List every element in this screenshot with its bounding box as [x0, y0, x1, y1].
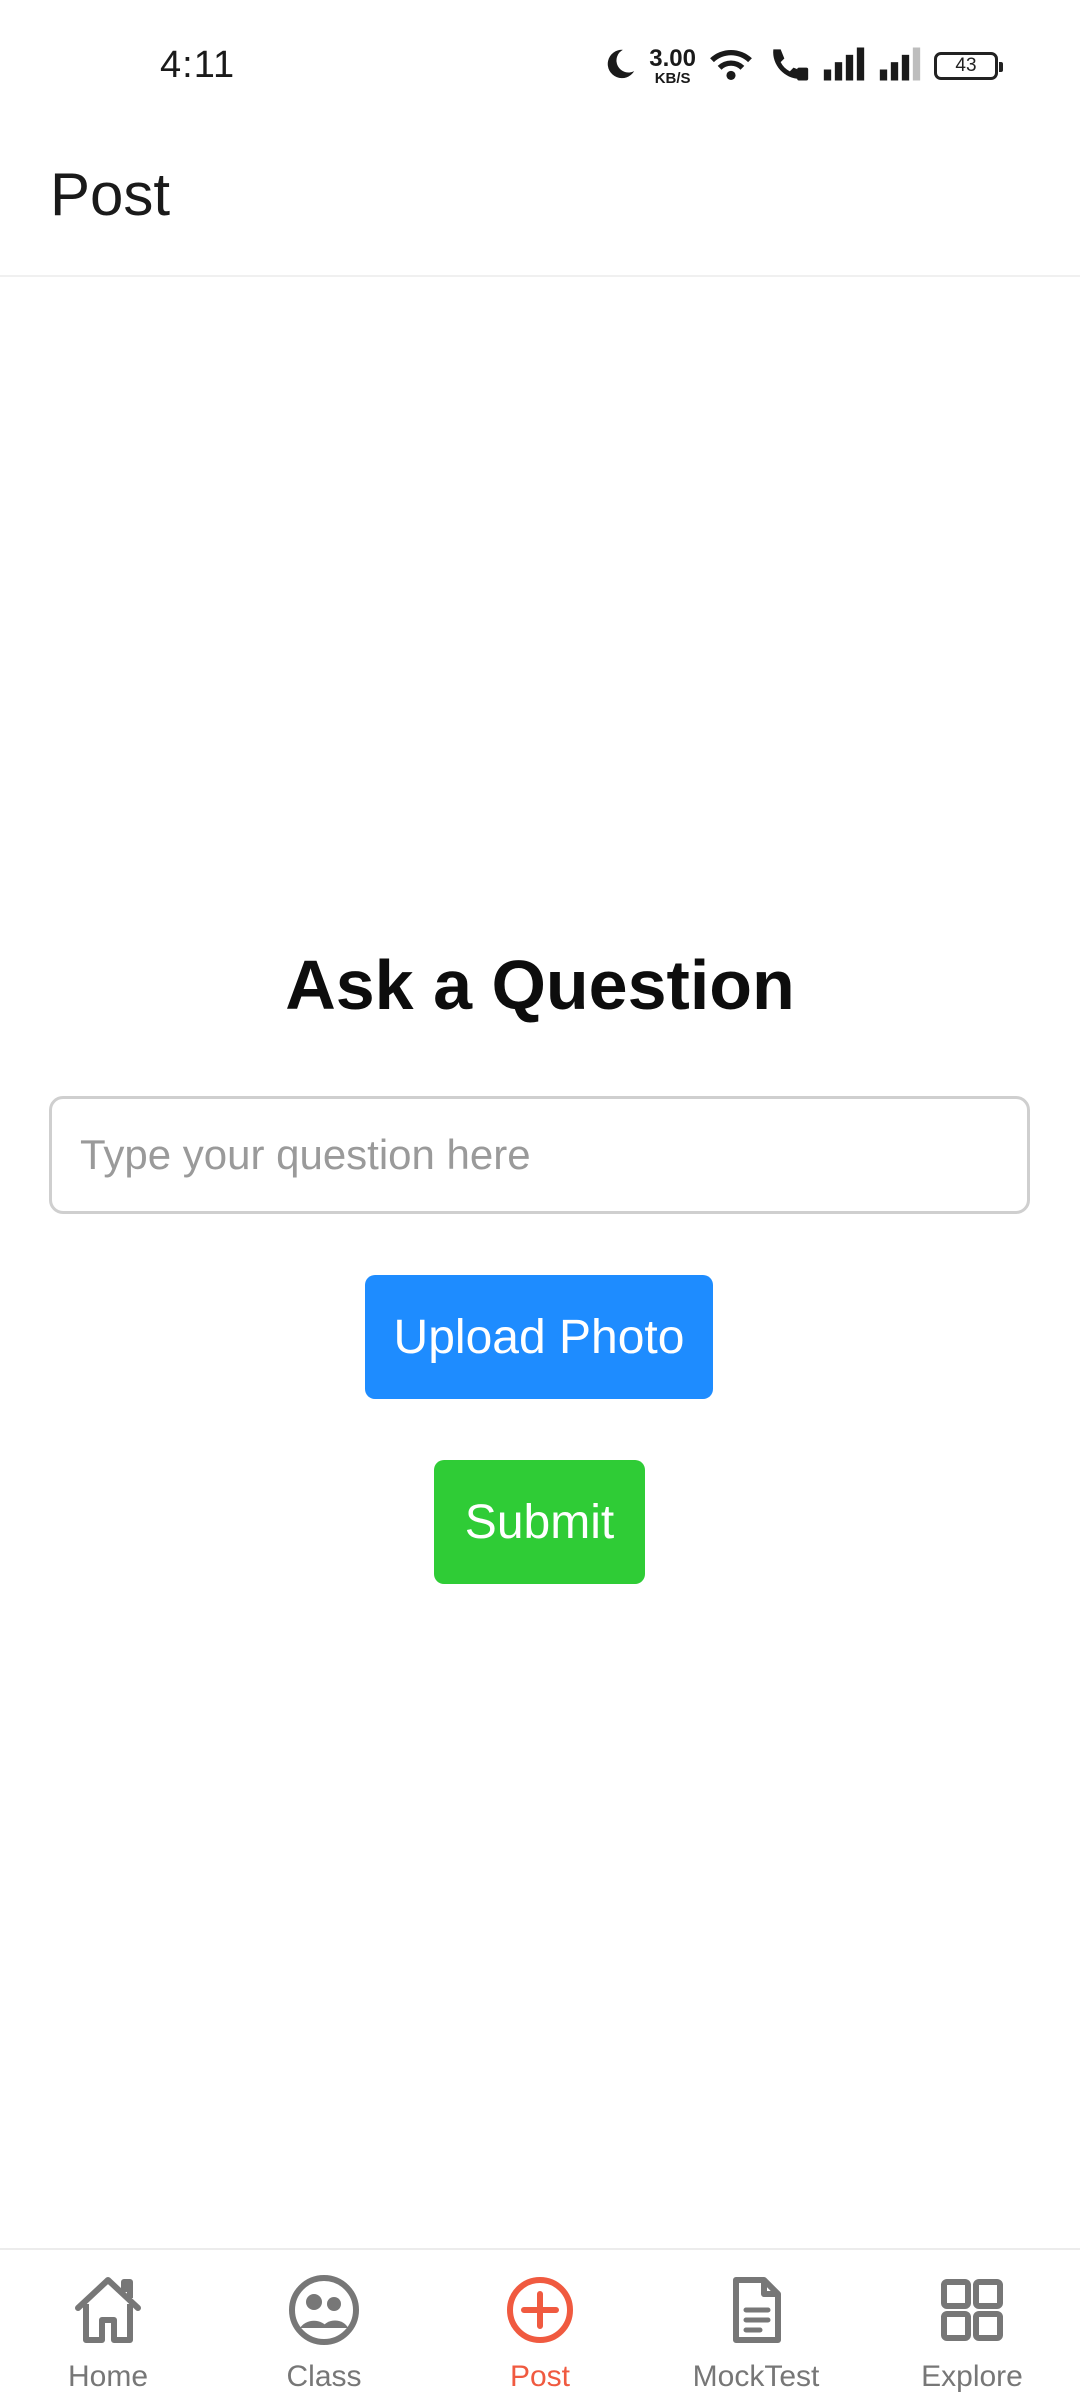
grid-icon [941, 2279, 1003, 2341]
question-input[interactable] [49, 1096, 1030, 1214]
nav-item-mocktest[interactable]: MockTest [648, 2250, 864, 2400]
home-icon [75, 2277, 141, 2343]
network-speed-value: 3.00 [649, 44, 696, 72]
nav-label-post: Post [509, 2360, 571, 2393]
page-title: Post [50, 161, 171, 228]
nav-label-mocktest: MockTest [692, 2360, 820, 2393]
network-speed: 3.00 KB/S [649, 44, 696, 87]
add-circle-icon [507, 2277, 573, 2343]
wifi-icon [708, 45, 754, 88]
do-not-disturb-icon [603, 47, 637, 86]
nav-label-explore: Explore [921, 2360, 1023, 2393]
nav-item-explore[interactable]: Explore [864, 2250, 1080, 2400]
nav-label-class: Class [286, 2360, 362, 2393]
signal-2-icon [878, 47, 922, 86]
status-bar: 4:11 3.00 KB/S 43 [0, 0, 1080, 135]
bottom-nav: Home Class Post MockTest Explore [0, 2248, 1080, 2400]
ask-question-heading: Ask a Question [285, 946, 795, 1024]
document-icon [733, 2277, 781, 2343]
screen: 4:11 3.00 KB/S 43 Post Ask a Question Ty… [0, 0, 1080, 2400]
nav-label-home: Home [67, 2360, 149, 2393]
submit-button[interactable]: Submit [434, 1460, 645, 1584]
nav-item-class[interactable]: Class [216, 2250, 432, 2400]
battery-level: 43 [955, 55, 977, 76]
nav-item-home[interactable]: Home [0, 2250, 216, 2400]
network-speed-unit: KB/S [654, 69, 691, 87]
nav-item-post[interactable]: Post [432, 2250, 648, 2400]
battery-icon: 43 [934, 52, 1003, 80]
signal-1-icon [822, 47, 866, 86]
status-time: 4:11 [160, 44, 236, 86]
class-icon [289, 2275, 359, 2345]
status-icons: 3.00 KB/S 43 [603, 44, 1003, 88]
upload-photo-button[interactable]: Upload Photo [365, 1275, 713, 1399]
wifi-calling-icon [766, 45, 810, 88]
app-bar: Post [0, 135, 1080, 277]
